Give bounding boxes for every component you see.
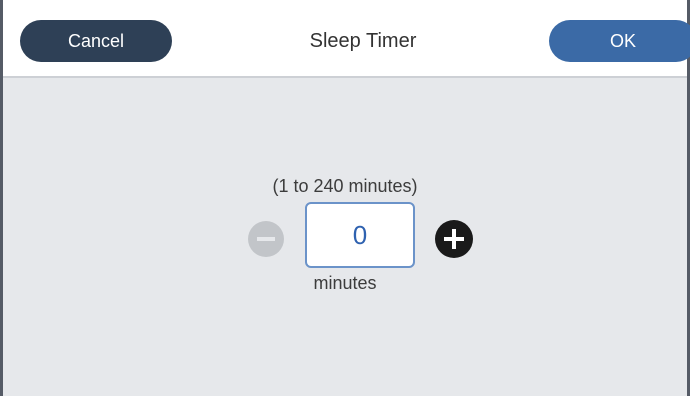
page-title: Sleep Timer bbox=[309, 30, 417, 52]
header-bar: Cancel Sleep Timer OK bbox=[3, 0, 690, 78]
cancel-button[interactable]: Cancel bbox=[20, 20, 172, 62]
minus-icon[interactable] bbox=[248, 221, 284, 257]
range-hint: (1 to 240 minutes) bbox=[272, 176, 418, 196]
unit-label: minutes bbox=[313, 273, 377, 293]
ok-button[interactable]: OK bbox=[549, 20, 690, 62]
minutes-input[interactable]: 0 bbox=[305, 202, 415, 268]
plus-icon[interactable] bbox=[435, 220, 473, 258]
sleep-timer-screen: Cancel Sleep Timer OK (1 to 240 minutes)… bbox=[0, 0, 690, 396]
